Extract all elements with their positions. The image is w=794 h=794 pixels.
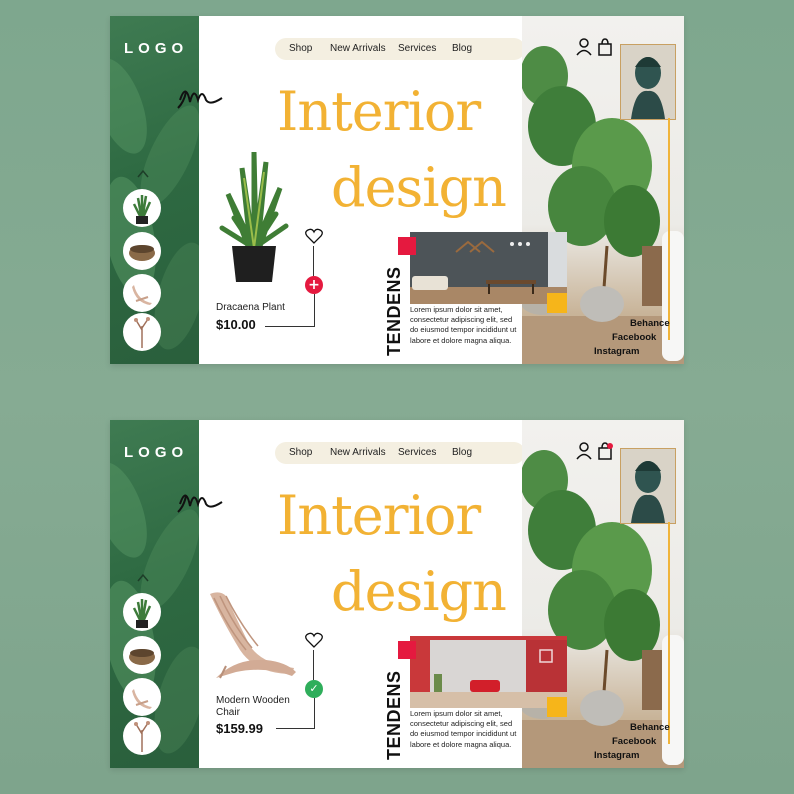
heart-icon[interactable] bbox=[305, 632, 323, 648]
thumb-vase[interactable] bbox=[123, 313, 161, 351]
shopping-bag-icon[interactable] bbox=[597, 442, 613, 460]
connector-line bbox=[313, 246, 314, 276]
description-text: Lorem ipsum dolor sit amet, consectetur … bbox=[410, 709, 517, 749]
chevron-up-icon[interactable] bbox=[137, 168, 149, 180]
add-to-cart-button[interactable]: + bbox=[305, 276, 323, 294]
product-price: $10.00 bbox=[216, 317, 256, 332]
logo[interactable]: LOGO bbox=[124, 40, 188, 57]
nav-services[interactable]: Services bbox=[398, 43, 436, 54]
description-text: Lorem ipsum dolor sit amet, consectetur … bbox=[410, 305, 517, 345]
portrait-frame bbox=[620, 448, 676, 524]
nav-shop[interactable]: Shop bbox=[289, 447, 312, 458]
tendens-label: TENDENS bbox=[384, 670, 404, 760]
social-behance[interactable]: Behance bbox=[630, 318, 670, 329]
signature-logo bbox=[177, 90, 223, 109]
signature-logo bbox=[177, 494, 223, 513]
red-accent-square bbox=[398, 641, 416, 659]
logo[interactable]: LOGO bbox=[124, 444, 188, 461]
hero-title-line1: Interior bbox=[277, 484, 481, 547]
left-panel: LOGO bbox=[110, 420, 199, 768]
product-name-line2: Chair bbox=[216, 707, 240, 718]
thumb-chair[interactable] bbox=[123, 678, 161, 716]
plus-icon: + bbox=[308, 277, 320, 293]
social-facebook[interactable]: Facebook bbox=[612, 736, 656, 747]
thumb-vase[interactable] bbox=[123, 717, 161, 755]
gold-line bbox=[668, 522, 670, 744]
hero-title-line2: design bbox=[331, 156, 507, 219]
product-name-line1: Modern Wooden bbox=[216, 695, 290, 706]
social-behance[interactable]: Behance bbox=[630, 722, 670, 733]
yellow-accent-square bbox=[547, 697, 567, 717]
yellow-accent-square bbox=[547, 293, 567, 313]
room-preview[interactable] bbox=[410, 636, 567, 708]
thumb-plant[interactable] bbox=[123, 593, 161, 631]
mockup-chair: LOGO Shop New Arrivals Services Blog Int… bbox=[110, 420, 684, 768]
gold-line bbox=[668, 118, 670, 340]
red-accent-square bbox=[398, 237, 416, 255]
mockup-plant: LOGO Shop New Arrivals Services Blog Int… bbox=[110, 16, 684, 364]
connector-line bbox=[313, 650, 314, 680]
chevron-up-icon[interactable] bbox=[137, 572, 149, 584]
left-panel: LOGO bbox=[110, 16, 199, 364]
thumb-chair[interactable] bbox=[123, 274, 161, 312]
nav-services[interactable]: Services bbox=[398, 447, 436, 458]
social-instagram[interactable]: Instagram bbox=[594, 750, 639, 761]
thumb-basket[interactable] bbox=[123, 636, 161, 674]
product-image[interactable] bbox=[206, 588, 302, 684]
room-preview[interactable] bbox=[410, 232, 567, 304]
heart-icon[interactable] bbox=[305, 228, 323, 244]
product-image[interactable] bbox=[214, 148, 294, 284]
nav-new-arrivals[interactable]: New Arrivals bbox=[330, 447, 386, 458]
shopping-bag-icon[interactable] bbox=[597, 38, 613, 56]
portrait-frame bbox=[620, 44, 676, 120]
nav-blog[interactable]: Blog bbox=[452, 447, 472, 458]
product-price: $159.99 bbox=[216, 721, 263, 736]
nav-shop[interactable]: Shop bbox=[289, 43, 312, 54]
added-to-cart-button[interactable]: ✓ bbox=[305, 680, 323, 698]
thumb-plant[interactable] bbox=[123, 189, 161, 227]
product-name: Dracaena Plant bbox=[216, 302, 285, 313]
social-facebook[interactable]: Facebook bbox=[612, 332, 656, 343]
nav-new-arrivals[interactable]: New Arrivals bbox=[330, 43, 386, 54]
tendens-label: TENDENS bbox=[384, 266, 404, 356]
nav-blog[interactable]: Blog bbox=[452, 43, 472, 54]
user-icon[interactable] bbox=[576, 38, 592, 56]
user-icon[interactable] bbox=[576, 442, 592, 460]
hero-title-line2: design bbox=[331, 560, 507, 623]
hero-title-line1: Interior bbox=[277, 80, 481, 143]
check-icon: ✓ bbox=[309, 682, 319, 695]
thumb-basket[interactable] bbox=[123, 232, 161, 270]
social-instagram[interactable]: Instagram bbox=[594, 346, 639, 357]
